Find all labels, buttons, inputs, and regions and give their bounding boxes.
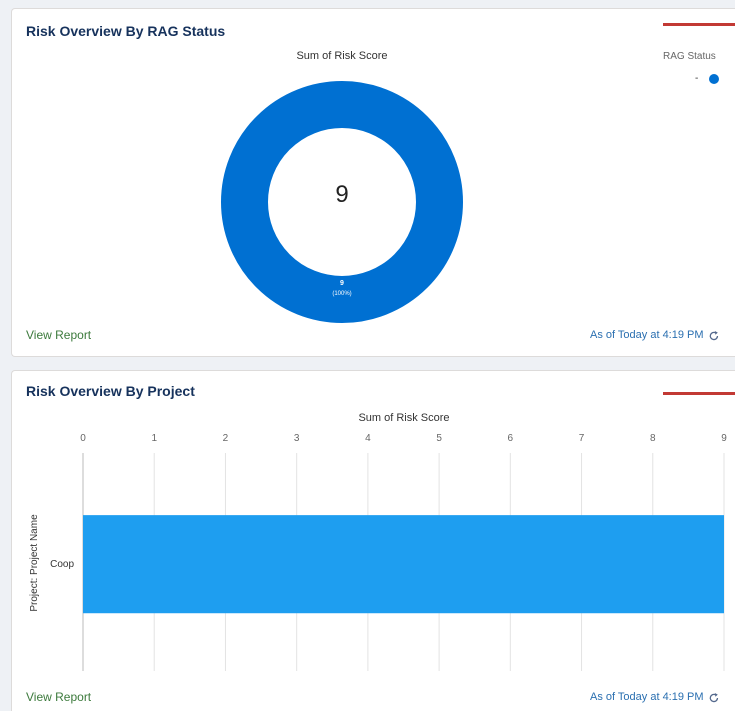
bar-mark[interactable] (83, 515, 724, 614)
bar-x-tick-label: 8 (650, 433, 656, 444)
bar-x-tick-label: 4 (365, 433, 371, 444)
rag-view-report-link[interactable]: View Report (26, 328, 91, 342)
bar-x-tick-label: 7 (579, 433, 585, 444)
bar-chart: 0 1 2 3 4 5 6 7 8 9 Coop Project: Project Name (29, 433, 727, 671)
donut-center-value: 9 (335, 181, 348, 208)
bar-x-tick-label: 5 (436, 433, 442, 444)
project-card: Risk Overview By Project Sum of Risk Sco… (11, 370, 735, 711)
bar-x-tick-label: 3 (294, 433, 300, 444)
bar-x-tick-label: 0 (80, 433, 86, 444)
project-as-of-timestamp: As of Today at 4:19 PM (590, 691, 704, 703)
donut-slice-percent: (100%) (332, 291, 351, 297)
refresh-icon[interactable] (708, 692, 720, 704)
project-view-report-link[interactable]: View Report (26, 690, 91, 704)
refresh-icon[interactable] (708, 330, 720, 342)
rag-card-accent-bar (663, 23, 735, 26)
rag-as-of-timestamp: As of Today at 4:19 PM (590, 329, 704, 341)
donut-slice-value: 9 (340, 280, 344, 287)
bar-x-tick-label: 1 (151, 433, 157, 444)
bar-x-tick-label: 6 (508, 433, 514, 444)
donut-chart: 9 9 (100%) (221, 81, 463, 323)
bar-x-tick-label: 2 (223, 433, 229, 444)
legend-item-label: - (695, 73, 699, 84)
rag-status-card: Risk Overview By RAG Status Sum of Risk … (11, 8, 735, 357)
legend-title: RAG Status (663, 51, 716, 62)
bar-category-label: Coop (50, 559, 74, 570)
rag-card-title: Risk Overview By RAG Status (26, 23, 226, 39)
donut-chart-title: Sum of Risk Score (296, 50, 388, 62)
bar-y-axis-label: Project: Project Name (29, 514, 40, 612)
legend-item-dot (709, 74, 719, 84)
bar-x-tick-label: 9 (721, 433, 727, 444)
